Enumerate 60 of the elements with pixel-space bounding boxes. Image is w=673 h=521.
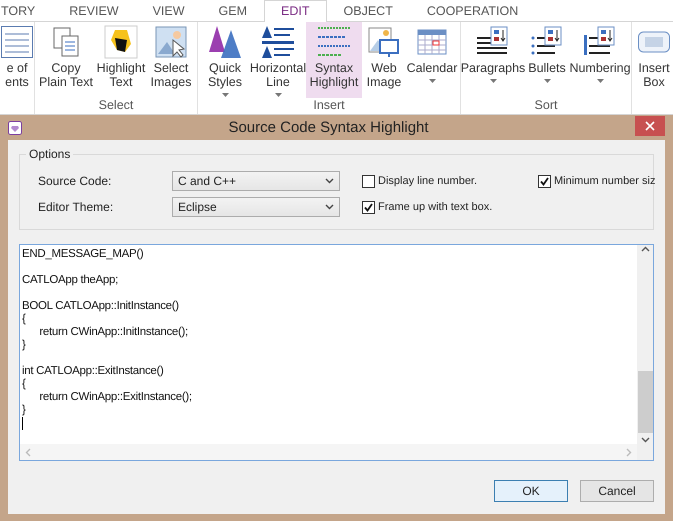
ribbon-button[interactable]: Insert Box [634,22,673,98]
code-text: END_MESSAGE_MAP() CATLOApp theApp; BOOL CATLOApp::InitInstance() { return CWinApp::InitInstance(); } int CATLOApp::ExitInstance() { return CWinApp::ExitInstance(); } [22,248,193,417]
checkbox[interactable] [362,200,375,214]
checkbox[interactable] [538,174,551,188]
dropdown[interactable]: C and C++ [172,171,340,191]
field-label: Editor Theme: [38,200,114,214]
ribbon-button[interactable]: Highlight Text [95,22,147,98]
dialog-button[interactable]: Cancel [580,480,654,502]
close-button[interactable] [635,116,665,136]
caret-icon [596,79,604,83]
group-label: Sort [534,98,558,114]
ribbon-button[interactable]: e of ents [2,22,32,98]
sort-numbering-icon [584,26,616,58]
caret-icon [428,79,436,83]
caret-icon [222,93,228,97]
ribbon-button[interactable]: Numbering [571,22,629,98]
dropdown[interactable]: Eclipse [172,197,340,217]
caret-icon [274,93,282,97]
text-cursor [22,417,23,430]
ribbon-tab[interactable]: COOPERATION [410,0,536,21]
ribbon-button[interactable]: Calendar [406,22,458,98]
checkbox-label: Minimum number siz [554,175,656,187]
chevron-icon [325,204,334,210]
dialog-button[interactable]: OK [494,480,568,502]
checkbox-label: Display line number. [378,175,478,187]
vertical-scrollbar[interactable] [637,245,653,444]
picture-monitor-icon [368,26,400,58]
ribbon-tab[interactable]: EDIT [264,0,327,22]
ribbon-button[interactable]: Syntax Highlight [306,22,362,98]
ribbon-tab[interactable]: TORY [0,0,52,21]
field-label: Source Code: [38,174,112,188]
scrollbar-corner [637,444,653,460]
scroll-thumb[interactable] [638,371,652,433]
group-label: Select [98,98,134,114]
chevron-icon [325,178,334,184]
checkbox[interactable] [362,174,375,188]
caret-icon [490,79,496,83]
ribbon-tab[interactable]: GEM [202,0,264,21]
close-icon [645,120,655,130]
dialog-title: Source Code Syntax Highlight [227,119,430,136]
scroll-down-icon[interactable] [640,435,650,444]
ribbon-button[interactable]: Select Images [147,22,195,98]
scroll-up-icon[interactable] [640,245,650,254]
options-legend: Options [26,147,74,161]
ribbon-button[interactable]: Web Image [362,22,406,98]
code-editor[interactable]: END_MESSAGE_MAP() CATLOApp theApp; BOOL CATLOApp::InitInstance() { return CWinApp::InitInstance(); } int CATLOApp::ExitInstance() { return CWinApp::ExitInstance(); } [19,244,654,461]
ribbon-button[interactable]: Horizontal Line [250,22,306,98]
ribbon-button[interactable]: Copy Plain Text [37,22,95,98]
ribbon-tab[interactable]: OBJECT [326,0,410,21]
image-cursor-icon [155,26,187,58]
ribbon-tab[interactable]: REVIEW [52,0,136,21]
ribbon-tab[interactable]: VIEW [136,0,202,21]
caret-icon [544,79,550,83]
code-lines-icon [318,26,350,58]
checkbox-label: Frame up with text box. [378,201,492,213]
ribbon-button[interactable]: Paragraphs [463,22,523,98]
group-label: Insert [312,98,346,114]
highlighter-icon [105,26,137,58]
gem-icon [8,120,22,134]
ribbon-button[interactable]: Quick Styles [200,22,250,98]
